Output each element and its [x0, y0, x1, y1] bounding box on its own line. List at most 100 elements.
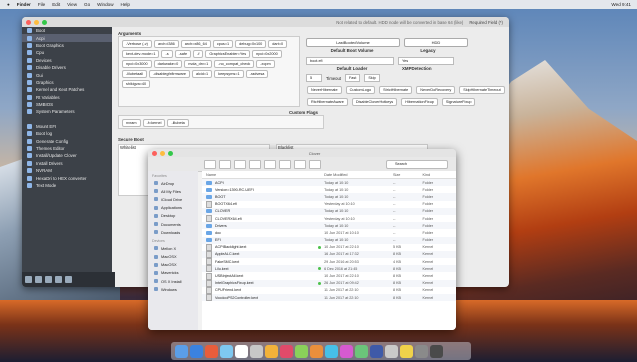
dock-app-icon[interactable]	[175, 344, 188, 358]
menu-edit[interactable]: Edit	[52, 2, 60, 7]
dock-app-icon[interactable]	[370, 344, 383, 358]
sidebar-tool-icon[interactable]	[45, 276, 52, 283]
boot-option-checkbox[interactable]: StrictHibernate	[379, 86, 413, 94]
dock-app-icon[interactable]	[310, 344, 323, 358]
sidebar-favorite[interactable]: iCloud Drive	[148, 195, 198, 203]
sidebar-item[interactable]: Devices	[22, 57, 112, 64]
boot-option-checkbox[interactable]: NeverHibernate	[307, 86, 342, 94]
action-gear-button[interactable]	[294, 159, 306, 169]
argument-checkbox[interactable]: -disablegfxfirmware	[149, 70, 191, 78]
share-button[interactable]	[309, 159, 321, 169]
file-row[interactable]: AppleALC.kext 16 Jun 2017 at 17:32 8 KB Ker…	[202, 250, 456, 259]
sidebar-item[interactable]: Install/Update Clover	[22, 152, 112, 159]
sidebar-item[interactable]: HexaDri to HEX converter	[22, 174, 112, 181]
sidebar-item[interactable]: Cpu	[22, 49, 112, 56]
menu-finder[interactable]: Finder	[17, 2, 31, 7]
sidebar-device[interactable]: MacOSX	[148, 261, 198, 269]
sidebar-favorite[interactable]: AirDrop	[148, 179, 198, 187]
finder-search-field[interactable]: Search	[386, 159, 448, 169]
file-row[interactable]: FakeSMC.kext 29 Jun 2016 at 20:53 4 KB Kern…	[202, 258, 456, 266]
sidebar-favorite[interactable]: Documents	[148, 220, 198, 228]
argument-checkbox[interactable]: cpus=1	[212, 40, 234, 48]
sidebar-item[interactable]: Install Drivers	[22, 160, 112, 167]
sidebar-item[interactable]: Disable Drivers	[22, 64, 112, 71]
argument-checkbox[interactable]: arch=x86_64	[180, 40, 211, 48]
argument-checkbox[interactable]: -radvesa	[245, 70, 269, 78]
dock-app-icon[interactable]	[430, 344, 443, 358]
argument-checkbox[interactable]: -Verbose (-v)	[122, 40, 152, 48]
dock-app-icon[interactable]	[250, 344, 263, 358]
sidebar-item[interactable]: Text Mode	[22, 182, 112, 189]
sidebar-item[interactable]: SMBIOS	[22, 101, 112, 108]
dock-app-icon[interactable]	[265, 344, 278, 358]
argument-checkbox[interactable]: debug=0x100	[235, 40, 267, 48]
argument-checkbox[interactable]: nvda_drv=1	[184, 60, 213, 68]
close-window-button[interactable]	[26, 19, 31, 25]
file-row[interactable]: ACPI Today at 10:10 -- Folder	[202, 179, 456, 187]
sidebar-device[interactable]: Mavericks	[148, 269, 198, 277]
file-row[interactable]: IntelGraphicsFixup.kext 26 Jun 2017 at 09…	[202, 279, 456, 287]
argument-checkbox[interactable]: -lilubetaall	[122, 70, 148, 78]
finder-zoom-button[interactable]	[168, 150, 173, 156]
zoom-window-button[interactable]	[42, 19, 47, 25]
arrange-button[interactable]	[279, 159, 291, 169]
view-list-button[interactable]	[249, 159, 261, 169]
sidebar-favorite[interactable]: Downloads	[148, 228, 198, 236]
file-row[interactable]: BOOT Today at 10:10 -- Folder	[202, 193, 456, 201]
menubar-clock[interactable]: Wed 9:41	[611, 2, 631, 7]
sidebar-item[interactable]: Generate Config	[22, 137, 112, 144]
boot-option-checkbox[interactable]: CustomLogo	[345, 86, 376, 94]
sidebar-item[interactable]: NVRAM	[22, 167, 112, 174]
argument-checkbox[interactable]: -s	[161, 50, 173, 58]
argument-checkbox[interactable]: alcid=1	[192, 70, 213, 78]
sidebar-device[interactable]: Windows	[148, 285, 198, 293]
dock-app-icon[interactable]	[190, 344, 203, 358]
finder-minimize-button[interactable]	[160, 150, 165, 156]
menu-go[interactable]: Go	[84, 2, 90, 7]
sidebar-item[interactable]: Kernel and Kext Patches	[22, 86, 112, 93]
boot-option-checkbox[interactable]: RtcHibernateAware	[307, 98, 348, 106]
sidebar-favorite[interactable]: All My Files	[148, 187, 198, 195]
file-row[interactable]: CLOVERX64.efi Yesterday at 10:10 -- Folder	[202, 215, 456, 223]
sidebar-favorite[interactable]: Applications	[148, 204, 198, 212]
argument-checkbox[interactable]: npci=0x3000	[122, 60, 152, 68]
column-date[interactable]: Date Modified	[324, 173, 393, 177]
menu-view[interactable]: View	[67, 2, 77, 7]
dock-app-icon[interactable]	[325, 344, 338, 358]
argument-checkbox[interactable]: -f	[193, 50, 204, 58]
default-volume-select[interactable]: LastBootedVolume	[306, 38, 400, 47]
column-name[interactable]: Name	[202, 173, 324, 177]
file-row[interactable]: CPUFriend.kext 11 Jun 2017 at 22:10 8 KB Ke…	[202, 286, 456, 294]
fast-checkbox[interactable]: Fast	[344, 74, 361, 82]
argument-checkbox[interactable]: kext-dev-mode=1	[122, 50, 160, 58]
view-icons-button[interactable]	[234, 159, 246, 169]
sidebar-device[interactable]: Mellon X	[148, 244, 198, 252]
argument-checkbox[interactable]: -no_compat_check	[214, 60, 255, 68]
default-loader-input[interactable]: boot.efi	[306, 57, 394, 65]
file-row[interactable]: ACPIBacklight.kext 10 Jun 2017 at 22:10 5 …	[202, 243, 456, 251]
column-size[interactable]: Size	[393, 173, 423, 177]
boot-option-checkbox[interactable]: NeverDoRecovery	[416, 86, 456, 94]
file-row[interactable]: Lilu.kext 6 Dec 2016 at 21:45 8 KB Kernel	[202, 265, 456, 273]
file-row[interactable]: VoodooPS2Controller.kext 11 Jun 2017 at 2…	[202, 294, 456, 302]
dock-app-icon[interactable]	[340, 344, 353, 358]
view-columns-button[interactable]	[264, 159, 276, 169]
dock-app-icon[interactable]	[385, 344, 398, 358]
file-row[interactable]: EFI Today at 10:10 -- Folder	[202, 236, 456, 244]
argument-checkbox[interactable]: npci=0x2000	[252, 50, 282, 58]
apple-icon[interactable]: ●	[7, 2, 10, 7]
xmp-input[interactable]: Yes	[398, 57, 454, 65]
timeout-input[interactable]: 5	[306, 74, 322, 82]
sidebar-item[interactable]: Boot Graphics	[22, 42, 112, 49]
file-row[interactable]: USBInjectAll.kext 10 Jun 2017 at 22:10 8 K…	[202, 272, 456, 280]
sidebar-item[interactable]: Rt Variables	[22, 94, 112, 101]
menu-help[interactable]: Help	[121, 2, 130, 7]
menu-window[interactable]: Window	[97, 2, 113, 7]
file-row[interactable]: Version=1390-RC-UEFI Today at 10:10 -- Fold…	[202, 186, 456, 193]
boot-option-checkbox[interactable]: HibernationFixup	[401, 98, 438, 106]
sidebar-item[interactable]: Boot	[22, 27, 112, 34]
sidebar-favorite[interactable]: Desktop	[148, 212, 198, 220]
file-row[interactable]: CLOVER Today at 10:10 -- Folder	[202, 207, 456, 215]
file-row[interactable]: doc 10 Jun 2017 at 10:10 -- Folder	[202, 229, 456, 236]
dock-app-icon[interactable]	[295, 344, 308, 358]
